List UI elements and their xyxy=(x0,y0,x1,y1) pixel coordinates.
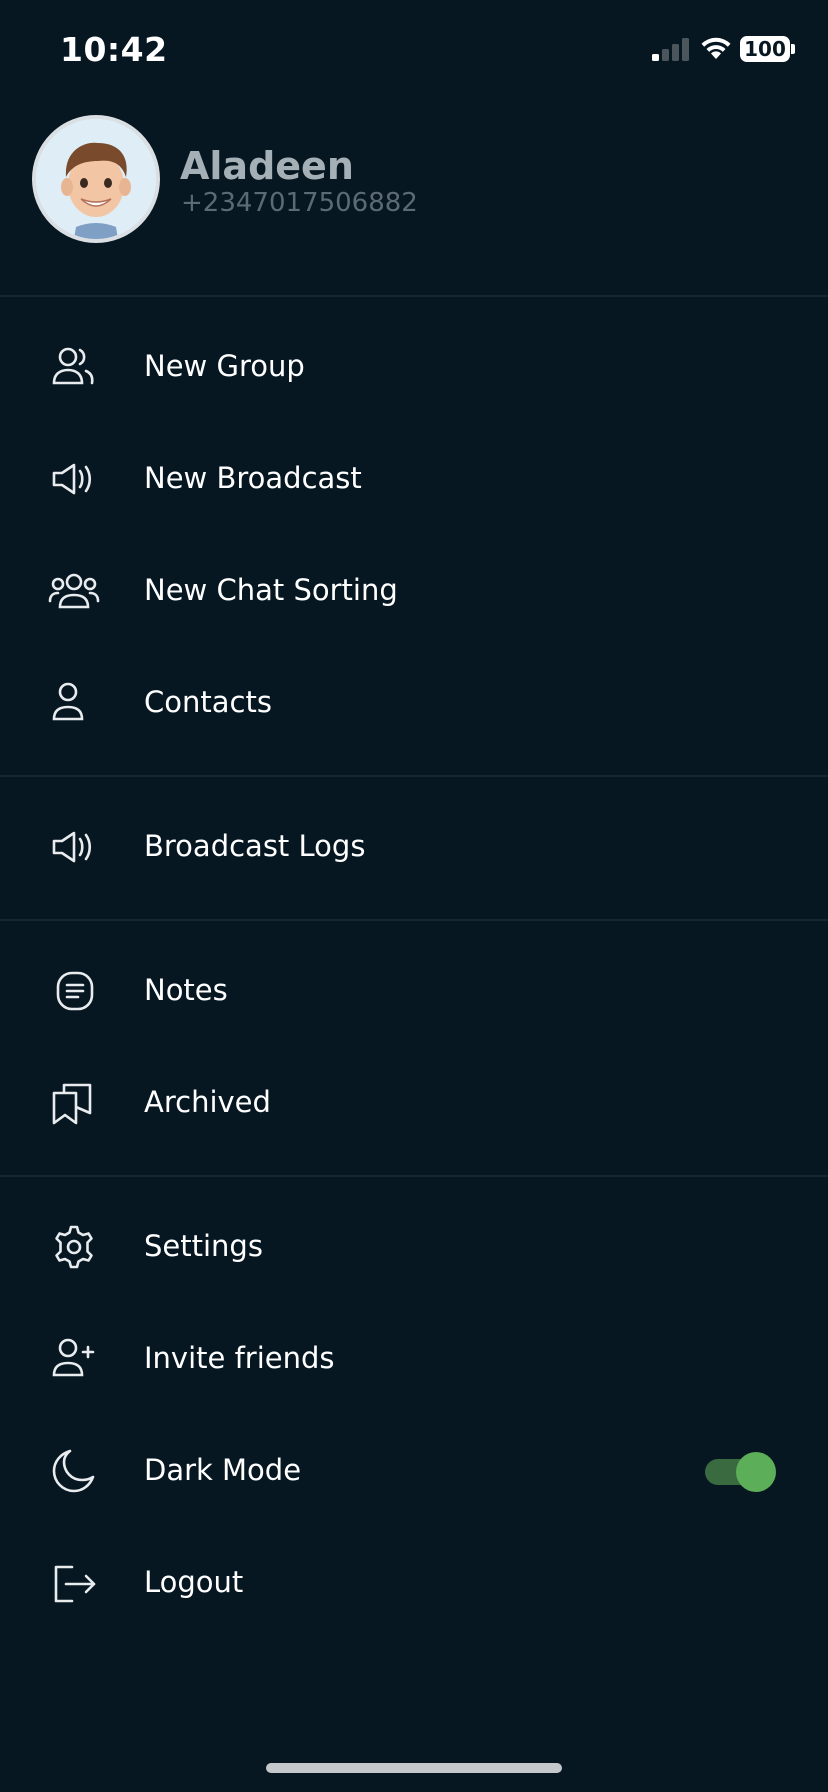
menu-item-new-chat-sorting[interactable]: New Chat Sorting xyxy=(0,535,828,647)
menu-label: New Group xyxy=(144,349,305,383)
notes-icon xyxy=(46,967,102,1015)
menu-label: New Chat Sorting xyxy=(144,573,398,607)
menu-label: New Broadcast xyxy=(144,461,362,495)
toggle-knob xyxy=(736,1452,776,1492)
divider xyxy=(0,775,828,777)
side-menu-screen: 10:42 100 Aladeen +2347017506882 New Gro… xyxy=(0,0,828,1792)
menu-label: Notes xyxy=(144,973,228,1007)
menu-label: Broadcast Logs xyxy=(144,829,366,863)
battery-icon: 100 xyxy=(740,36,790,62)
menu-label: Contacts xyxy=(144,685,272,719)
menu-label: Dark Mode xyxy=(144,1453,302,1487)
bookmarks-icon xyxy=(46,1079,102,1127)
person-icon xyxy=(46,679,102,727)
logout-icon xyxy=(46,1559,102,1607)
profile-phone: +2347017506882 xyxy=(181,188,418,218)
menu-item-new-group[interactable]: New Group xyxy=(0,311,828,423)
status-bar: 10:42 100 xyxy=(0,0,828,100)
menu-item-logout[interactable]: Logout xyxy=(0,1527,828,1639)
profile-name: Aladeen xyxy=(180,144,354,188)
divider xyxy=(0,919,828,921)
group-icon xyxy=(46,343,102,391)
wifi-icon xyxy=(701,37,731,59)
users-sort-icon xyxy=(46,567,102,615)
avatar[interactable] xyxy=(32,115,160,243)
battery-cap xyxy=(791,44,795,54)
person-add-icon xyxy=(46,1335,102,1383)
divider xyxy=(0,1175,828,1177)
megaphone-icon xyxy=(46,455,102,503)
home-indicator[interactable] xyxy=(266,1763,562,1773)
menu-label: Settings xyxy=(144,1229,263,1263)
menu-item-broadcast-logs[interactable]: Broadcast Logs xyxy=(0,791,828,903)
megaphone-icon xyxy=(46,823,102,871)
gear-icon xyxy=(46,1223,102,1271)
moon-icon xyxy=(46,1447,102,1495)
menu-label: Archived xyxy=(144,1085,271,1119)
dark-mode-toggle[interactable] xyxy=(703,1452,777,1492)
menu-item-invite-friends[interactable]: Invite friends xyxy=(0,1303,828,1415)
status-time: 10:42 xyxy=(60,30,168,69)
cellular-signal-icon xyxy=(652,38,689,61)
memoji-avatar-icon xyxy=(36,119,156,239)
menu-item-settings[interactable]: Settings xyxy=(0,1191,828,1303)
menu-item-archived[interactable]: Archived xyxy=(0,1047,828,1159)
profile-header[interactable]: Aladeen +2347017506882 xyxy=(0,110,828,295)
divider xyxy=(0,295,828,297)
menu-label: Invite friends xyxy=(144,1341,335,1375)
menu-item-dark-mode[interactable]: Dark Mode xyxy=(0,1415,828,1527)
menu-item-notes[interactable]: Notes xyxy=(0,935,828,1047)
menu-item-contacts[interactable]: Contacts xyxy=(0,647,828,759)
menu-item-new-broadcast[interactable]: New Broadcast xyxy=(0,423,828,535)
menu-label: Logout xyxy=(144,1565,244,1599)
